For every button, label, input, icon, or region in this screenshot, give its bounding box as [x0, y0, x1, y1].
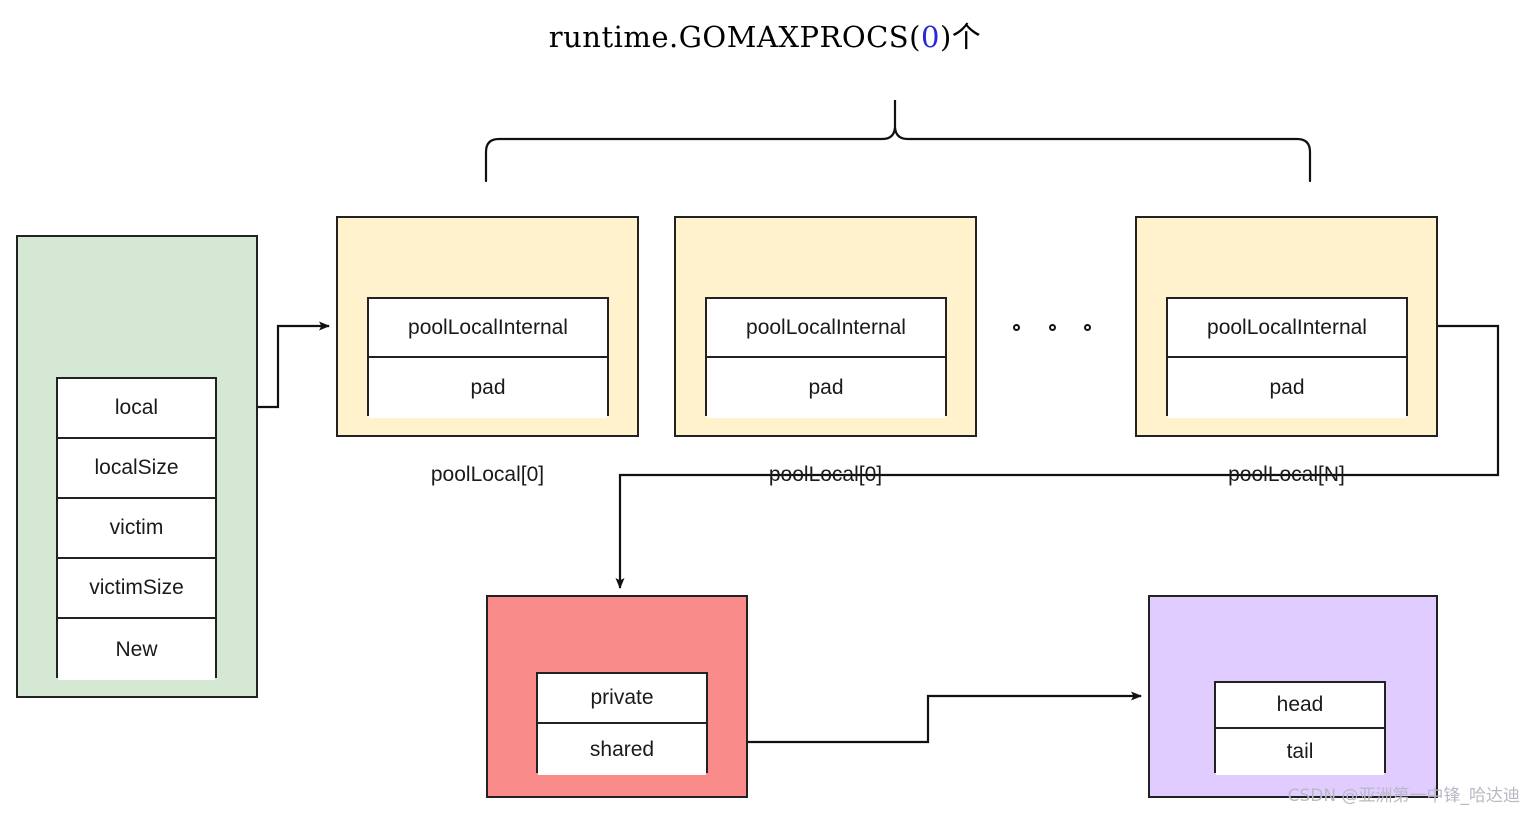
poollocal-field-list-1: poolLocalInternal pad — [705, 297, 947, 418]
poollocal-label-0: poolLocal[0] — [430, 463, 545, 486]
ellipsis-dot-2 — [1048, 323, 1056, 331]
poollocal-field-internal-0: poolLocalInternal — [369, 299, 607, 358]
poollocal-field-list-0: poolLocalInternal pad — [367, 297, 609, 418]
pool-field-localsize: localSize — [58, 439, 215, 499]
arrow-shared-to-poolchain — [708, 691, 1142, 744]
pool-field-victimsize: victimSize — [58, 559, 215, 619]
pool-field-local: local — [58, 379, 215, 439]
poolchain-field-head: head — [1216, 683, 1384, 729]
pool-field-list: local localSize victim victimSize New — [56, 377, 217, 680]
poollocal-field-internal-n: poolLocalInternal — [1168, 299, 1406, 358]
pool-field-victim: victim — [58, 499, 215, 559]
watermark-text: CSDN @亚洲第一中锋_哈达迪 — [1287, 786, 1520, 806]
ellipsis-dots-icon — [1013, 318, 1091, 336]
poollocal-field-pad-1: pad — [707, 358, 945, 418]
poollocal-field-pad-n: pad — [1168, 358, 1406, 418]
poolchain-field-tail: tail — [1216, 729, 1384, 775]
ellipsis-dot-3 — [1084, 323, 1091, 331]
title-suffix: )个 — [939, 20, 982, 54]
poollocalinternal-field-list: private shared — [536, 672, 708, 775]
poollocal-label-n: poolLocal[N] — [1228, 463, 1345, 486]
pool-field-new: New — [58, 619, 215, 680]
page-title: runtime.GOMAXPROCS(0)个 — [0, 14, 1530, 56]
poollocal-label-1: poolLocal[0] — [768, 463, 883, 486]
gomaxprocs-brace — [484, 100, 1312, 183]
poolchain-field-list: head tail — [1214, 681, 1386, 775]
poollocal-field-internal-1: poolLocalInternal — [707, 299, 945, 358]
poollocalinternal-field-private: private — [538, 674, 706, 724]
poollocal-field-list-n: poolLocalInternal pad — [1166, 297, 1408, 418]
poollocalinternal-field-shared: shared — [538, 724, 706, 775]
title-value: 0 — [920, 20, 940, 54]
title-prefix: runtime.GOMAXPROCS( — [548, 20, 921, 54]
ellipsis-dot-1 — [1013, 323, 1020, 331]
diagram-canvas: runtime.GOMAXPROCS(0)个 Pool local localS — [0, 0, 1530, 814]
poollocal-field-pad-0: pad — [369, 358, 607, 418]
